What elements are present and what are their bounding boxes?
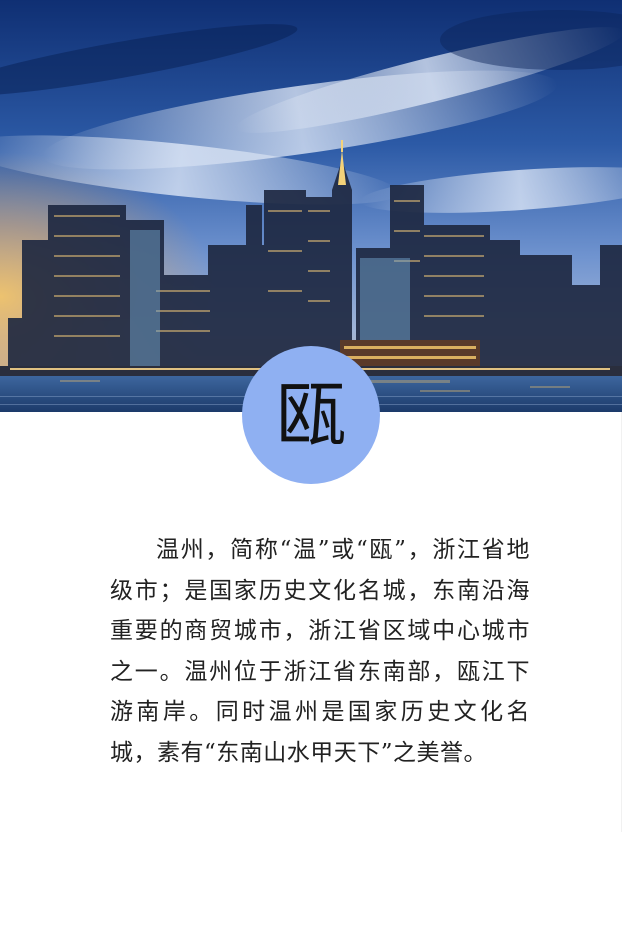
badge-character: 瓯 bbox=[276, 374, 346, 456]
city-abbreviation-badge: 瓯 bbox=[242, 346, 380, 484]
intro-paragraph: 温州，简称“温”或“瓯”，浙江省地级市；是国家历史文化名城，东南沿海重要的商贸城… bbox=[110, 537, 530, 766]
